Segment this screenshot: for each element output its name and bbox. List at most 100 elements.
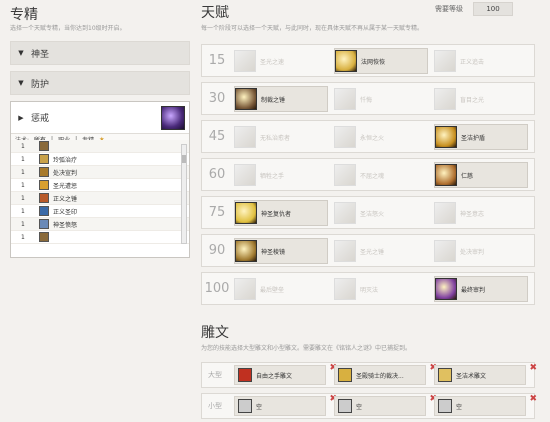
talent-option[interactable]: 永恒之火 xyxy=(334,124,428,150)
spec-holy[interactable]: ▼ 神圣 xyxy=(10,41,190,65)
glyph-icon xyxy=(438,368,452,382)
required-level: 需要等级 100 xyxy=(435,2,513,16)
collapse-arrow-icon: ▼ xyxy=(18,79,24,87)
talent-option[interactable]: 法网恢恢 xyxy=(334,48,428,74)
talent-tier: 15 圣光之速 法网恢恢 正义追击 xyxy=(201,44,535,77)
glyph-icon xyxy=(338,399,352,413)
major-glyph-row: 大型 自由之手雕文✖圣殿骑士的裁决...✖ 圣洁术雕文 ✖ xyxy=(201,362,537,388)
spec-retribution-header[interactable]: ▶ 惩戒 xyxy=(11,102,189,133)
talent-icon xyxy=(234,50,256,72)
spec-name: 神圣 xyxy=(31,49,50,60)
talent-name: 圣光之速 xyxy=(260,58,285,66)
talent-option[interactable]: 制裁之锤 xyxy=(234,86,328,112)
talent-option[interactable]: 牺牲之手 xyxy=(234,162,328,188)
talent-option[interactable]: 圣洁怒火 xyxy=(334,200,428,226)
spell-icon xyxy=(39,167,49,177)
talent-option[interactable]: 神圣意志 xyxy=(434,200,528,226)
talent-tier: 75 神圣复仇者 圣洁怒火 神圣意志 xyxy=(201,196,535,229)
talent-name: 神圣意志 xyxy=(460,210,485,218)
remove-glyph-icon[interactable]: ✖ xyxy=(529,363,537,373)
talent-option[interactable]: 最终审判 xyxy=(434,276,528,302)
spell-row[interactable]: 1 正义圣印 xyxy=(11,205,189,218)
spell-level: 1 xyxy=(21,194,25,202)
talent-option[interactable]: 圣光之速 xyxy=(234,48,328,74)
talent-icon xyxy=(434,88,456,110)
talent-name: 牺牲之手 xyxy=(260,172,285,180)
talent-icon xyxy=(235,202,257,224)
required-level-value[interactable]: 100 xyxy=(473,2,513,16)
talent-name: 处决审判 xyxy=(460,248,485,256)
talent-icon xyxy=(435,126,457,148)
spell-row[interactable]: 1 处决宣判 xyxy=(11,166,189,179)
spell-name: 神圣愤怒 xyxy=(53,221,78,229)
glyph-slot[interactable]: 空✖ xyxy=(434,394,537,416)
talent-name: 神圣复仇者 xyxy=(261,210,292,218)
spell-icon xyxy=(39,154,49,164)
major-glyph-label: 大型 xyxy=(208,371,222,379)
glyph-slot[interactable]: 空✖ xyxy=(334,394,437,416)
talent-option[interactable]: 不屈之魂 xyxy=(334,162,428,188)
glyph-slot[interactable]: 空✖ xyxy=(234,394,337,416)
glyph-slot[interactable]: 圣殿骑士的裁决...✖ xyxy=(334,363,437,385)
talent-icon xyxy=(334,278,356,300)
talent-option[interactable]: 正义追击 xyxy=(434,48,528,74)
talent-name: 最后壁垒 xyxy=(260,286,285,294)
tier-level: 90 xyxy=(208,243,226,258)
glyph-icon xyxy=(438,399,452,413)
spec-subtitle: 选择一个天赋专精，当你达到10级时开启。 xyxy=(10,25,126,32)
talent-option[interactable]: 无私治愈者 xyxy=(234,124,328,150)
spell-row[interactable]: 1 玲弧治疗 xyxy=(11,153,189,166)
glyphs-title: 雕文 xyxy=(201,325,229,341)
spell-row[interactable]: 1 xyxy=(11,231,189,244)
spell-level: 1 xyxy=(21,233,25,241)
talent-tier: 45 无私治愈者 永恒之火 圣洁护盾 xyxy=(201,120,535,153)
scrollbar-thumb[interactable] xyxy=(182,155,186,163)
talent-option[interactable]: 处决审判 xyxy=(434,238,528,264)
talent-option[interactable]: 盲目之光 xyxy=(434,86,528,112)
minor-glyph-row: 小型 空✖空✖空✖ xyxy=(201,393,537,419)
talent-name: 圣洁护盾 xyxy=(461,134,486,142)
spell-icon xyxy=(39,232,49,242)
talent-tier: 60 牺牲之手 不屈之魂 仁慈 xyxy=(201,158,535,191)
glyphs-subtitle: 为您的技能选择大型雕文和小型雕文。需要雕文在《铭铭人之谜》中已捕捉到。 xyxy=(201,345,412,352)
glyph-name: 圣殿骑士的裁决... xyxy=(356,372,404,380)
spell-icon xyxy=(39,141,49,151)
talent-option[interactable]: 最后壁垒 xyxy=(234,276,328,302)
spec-retribution-panel: ▶ 惩戒 法术: 所有 | 职业 | 专精 ★ 11玲弧治疗1处决宣判1圣光遭惩… xyxy=(10,101,190,258)
spell-name: 玲弧治疗 xyxy=(53,156,78,164)
talent-option[interactable]: 仁慈 xyxy=(434,162,528,188)
glyph-icon xyxy=(338,368,352,382)
spell-row[interactable]: 1 正义之锤 xyxy=(11,192,189,205)
spec-protection[interactable]: ▼ 防护 xyxy=(10,71,190,95)
tier-level: 75 xyxy=(208,205,226,220)
glyph-slot[interactable]: 圣洁术雕文 ✖ xyxy=(434,363,537,385)
talent-icon xyxy=(235,88,257,110)
talent-icon xyxy=(234,278,256,300)
spell-list-scrollbar[interactable] xyxy=(181,144,187,244)
talent-icon xyxy=(335,50,357,72)
talent-icon xyxy=(435,278,457,300)
talent-icon xyxy=(334,164,356,186)
remove-glyph-icon[interactable]: ✖ xyxy=(529,394,537,404)
talent-option[interactable]: 明灭法 xyxy=(334,276,428,302)
spell-icon xyxy=(39,180,49,190)
talent-option[interactable]: 忏悔 xyxy=(334,86,428,112)
spell-icon xyxy=(39,206,49,216)
glyph-name: 空 xyxy=(356,403,363,411)
talent-option[interactable]: 圣光之锤 xyxy=(334,238,428,264)
talent-name: 忏悔 xyxy=(360,96,373,104)
spell-level: 1 xyxy=(21,181,25,189)
spec-name: 惩戒 xyxy=(31,114,50,124)
required-level-label: 需要等级 xyxy=(435,5,463,13)
spell-name: 正义圣印 xyxy=(53,208,78,216)
talent-icon xyxy=(235,240,257,262)
glyph-slot[interactable]: 自由之手雕文✖ xyxy=(234,363,337,385)
spell-row[interactable]: 1 圣光遭惩 xyxy=(11,179,189,192)
talent-option[interactable]: 神圣复仇者 xyxy=(234,200,328,226)
talent-name: 盲目之光 xyxy=(460,96,485,104)
spell-row[interactable]: 1 神圣愤怒 xyxy=(11,218,189,231)
spell-level: 1 xyxy=(21,168,25,176)
talent-option[interactable]: 神圣棱镜 xyxy=(234,238,328,264)
talent-option[interactable]: 圣洁护盾 xyxy=(434,124,528,150)
spell-row[interactable]: 1 xyxy=(11,140,189,153)
